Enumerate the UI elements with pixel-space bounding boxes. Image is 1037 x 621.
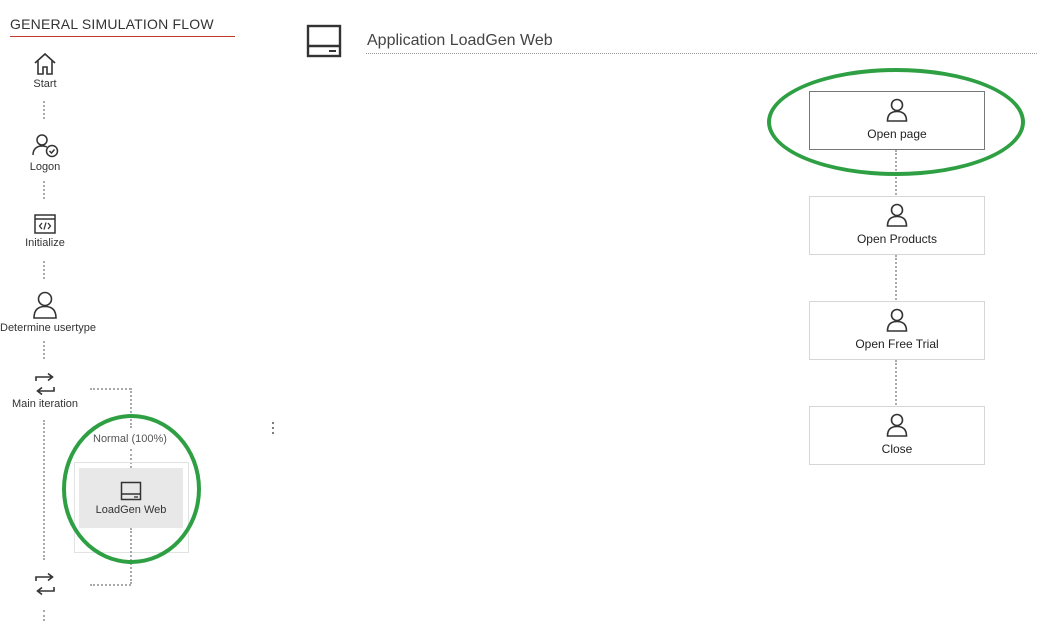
flow-item-label: Start	[33, 78, 57, 90]
monitor-icon	[306, 24, 342, 58]
step-label: Open Free Trial	[855, 337, 939, 351]
panel-splitter-handle[interactable]	[272, 422, 274, 436]
step-label: Close	[881, 442, 913, 456]
connector	[43, 261, 45, 279]
step-close[interactable]: Close	[809, 406, 985, 465]
user-icon	[886, 413, 908, 437]
page-title: Application LoadGen Web	[367, 32, 553, 49]
loop-icon	[35, 572, 55, 596]
flow-item-label: Logon	[29, 161, 61, 173]
flow-item-determine-usertype[interactable]: Determine usertype	[0, 290, 96, 334]
connector	[43, 101, 45, 119]
connector	[895, 150, 897, 195]
flow-item-logon[interactable]: Logon	[0, 133, 90, 173]
step-open-free-trial[interactable]: Open Free Trial	[809, 301, 985, 360]
connector	[130, 528, 132, 584]
flow-item-loop-end[interactable]	[0, 572, 90, 596]
connector	[895, 360, 897, 405]
panel-title-underline	[10, 36, 235, 37]
branch-label: Normal (100%)	[93, 433, 167, 445]
loadgen-web-block[interactable]: LoadGen Web	[79, 468, 183, 528]
flow-item-start[interactable]: Start	[0, 52, 90, 90]
step-open-products[interactable]: Open Products	[809, 196, 985, 255]
flow-item-label: Main iteration	[11, 398, 79, 410]
monitor-icon	[120, 481, 142, 501]
connector	[43, 181, 45, 199]
connector	[90, 584, 131, 586]
flow-item-initialize[interactable]: Initialize	[0, 213, 90, 249]
connector	[43, 341, 45, 359]
step-label: Open Products	[856, 232, 938, 246]
user-icon	[886, 203, 908, 227]
step-label: Open page	[867, 127, 927, 141]
flow-item-label: Initialize	[25, 237, 65, 249]
user-icon	[886, 98, 908, 122]
connector	[43, 420, 45, 560]
user-icon	[33, 291, 57, 319]
flow-item-label: Determine usertype	[0, 322, 96, 334]
connector	[90, 388, 131, 390]
user-check-icon	[32, 134, 59, 158]
code-window-icon	[34, 214, 56, 234]
connector	[895, 255, 897, 300]
user-icon	[886, 308, 908, 332]
step-open-page[interactable]: Open page	[809, 91, 985, 150]
connector	[130, 388, 132, 428]
title-divider	[366, 53, 1037, 54]
home-icon	[34, 52, 56, 75]
loop-icon	[35, 372, 55, 396]
loadgen-web-label: LoadGen Web	[95, 504, 167, 516]
flow-item-main-iteration[interactable]: Main iteration	[0, 372, 90, 410]
panel-title: GENERAL SIMULATION FLOW	[10, 16, 214, 32]
connector	[43, 610, 45, 621]
